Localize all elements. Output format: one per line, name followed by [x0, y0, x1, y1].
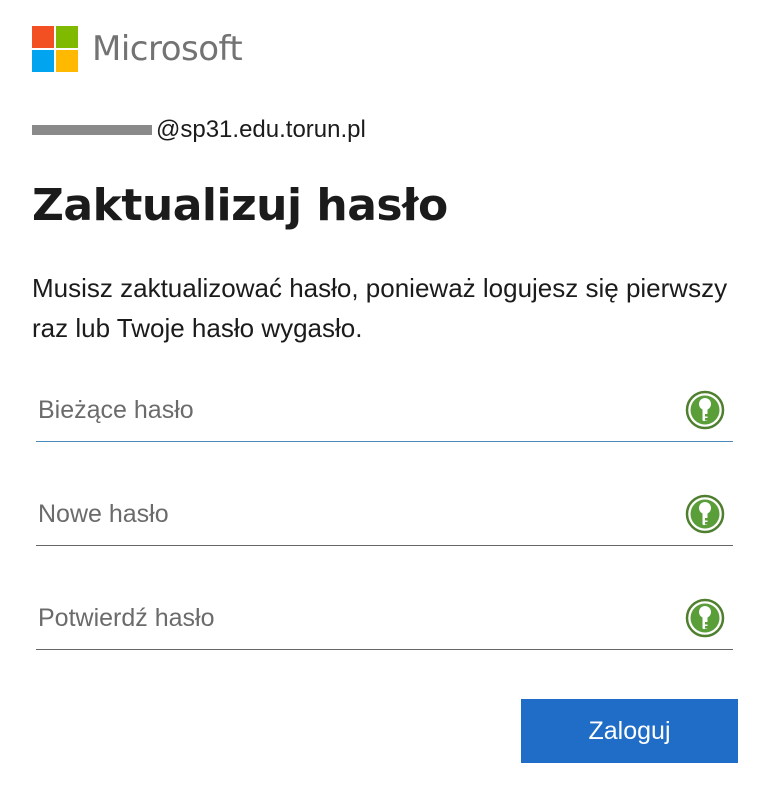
confirm-password-field [36, 590, 733, 650]
new-password-field [36, 486, 733, 546]
page-title: Zaktualizuj hasło [32, 180, 448, 231]
confirm-password-input[interactable] [36, 590, 658, 646]
sign-in-button[interactable]: Zaloguj [521, 699, 738, 763]
brand-name: Microsoft [92, 29, 243, 69]
field-underline [36, 441, 733, 442]
account-email-domain: @sp31.edu.torun.pl [156, 116, 366, 143]
microsoft-logo: Microsoft [32, 26, 243, 72]
current-password-field [36, 382, 733, 442]
account-identifier: @sp31.edu.torun.pl [32, 116, 366, 144]
keepass-key-icon[interactable] [685, 494, 725, 534]
field-underline [36, 545, 733, 546]
field-underline [36, 649, 733, 650]
current-password-input[interactable] [36, 382, 658, 438]
page-description: Musisz zaktualizować hasło, ponieważ log… [32, 273, 728, 343]
redacted-username [32, 125, 152, 135]
keepass-key-icon[interactable] [685, 390, 725, 430]
keepass-key-icon[interactable] [685, 598, 725, 638]
microsoft-logo-icon [32, 26, 78, 72]
new-password-input[interactable] [36, 486, 658, 542]
